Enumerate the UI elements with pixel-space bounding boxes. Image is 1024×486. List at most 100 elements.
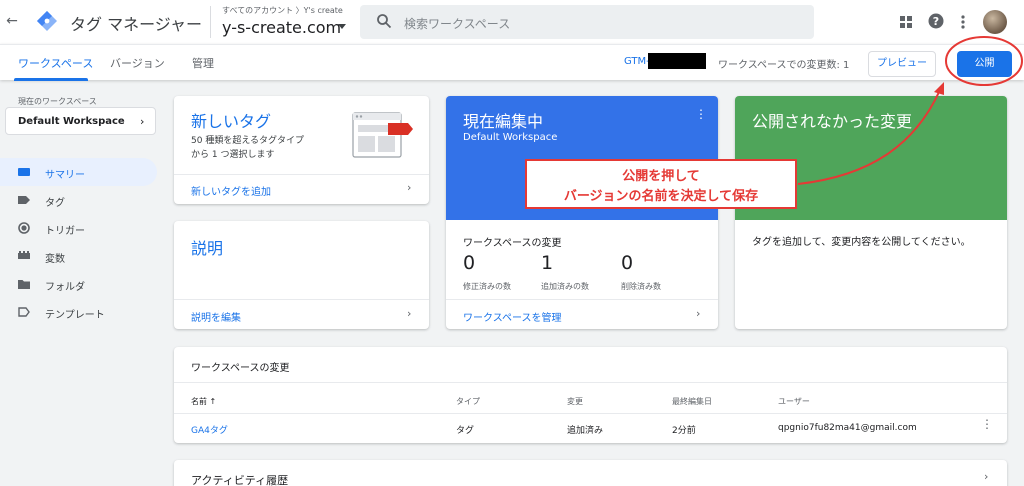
row-user: qpgnio7fu82ma41@gmail.com — [778, 423, 917, 433]
avatar[interactable] — [983, 10, 1007, 34]
current-workspace-name: Default Workspace — [463, 132, 558, 143]
sidebar-item-label: フォルダ — [45, 282, 85, 293]
sidebar-item-triggers[interactable]: トリガー — [0, 214, 157, 242]
sidebar-item-label: トリガー — [45, 226, 85, 237]
more-vert-icon[interactable]: ⋮ — [695, 108, 707, 120]
column-header-change: 変更 — [567, 397, 583, 406]
column-header-user: ユーザー — [778, 397, 810, 406]
apps-grid-icon[interactable] — [899, 15, 913, 29]
divider — [174, 299, 429, 300]
app-name: タグ マネージャー — [70, 15, 202, 34]
divider — [174, 174, 429, 175]
chevron-right-icon[interactable]: › — [984, 470, 988, 483]
new-tag-title[interactable]: 新しいタグ — [191, 108, 271, 132]
unpublished-changes-card: 公開されなかった変更 タグを追加して、変更内容を公開してください。 — [735, 96, 1007, 329]
currently-editing-title: 現在編集中 — [463, 112, 544, 131]
preview-button[interactable]: プレビュー — [868, 51, 936, 77]
deleted-count: 0 — [621, 252, 634, 274]
added-label: 追加済みの数 — [541, 282, 589, 291]
workspace-selector[interactable]: Default Workspace › — [5, 107, 156, 135]
new-tag-description: 50 種類を超えるタグタイプ — [191, 136, 305, 146]
new-tag-card: 新しいタグ 50 種類を超えるタグタイプ から 1 つ選択します 新しいタグを追… — [174, 96, 429, 204]
tag-manager-logo-icon — [37, 11, 57, 31]
workspace-changes-count: ワークスペースでの変更数: 1 — [718, 60, 850, 71]
divider — [174, 382, 1007, 383]
chevron-right-icon[interactable]: › — [407, 181, 411, 194]
row-name-link[interactable]: GA4タグ — [191, 423, 228, 436]
tab-workspace[interactable]: ワークスペース — [18, 55, 93, 71]
activity-history-card[interactable]: アクティビティ履歴 › — [174, 460, 1007, 486]
row-type: タグ — [456, 426, 475, 436]
table-title: ワークスペースの変更 — [191, 363, 290, 374]
active-tab-indicator — [14, 78, 88, 81]
annotation-arrowhead — [934, 82, 944, 95]
annotation-callout: 公開を押して バージョンの名前を決定して保存 — [525, 159, 797, 209]
modified-count: 0 — [463, 252, 476, 274]
divider — [446, 299, 718, 300]
chevron-right-icon[interactable]: › — [407, 307, 411, 320]
search-icon — [377, 14, 392, 29]
sidebar-item-folders[interactable]: フォルダ — [0, 270, 157, 298]
variable-icon — [18, 251, 30, 259]
tab-admin[interactable]: 管理 — [192, 55, 214, 71]
sidebar-item-summary[interactable]: サマリー — [0, 158, 157, 186]
template-icon — [18, 307, 30, 317]
added-count: 1 — [541, 252, 554, 274]
edit-description-link[interactable]: 説明を編集 — [191, 309, 241, 324]
caret-down-icon[interactable] — [338, 24, 346, 29]
folder-icon — [18, 280, 30, 289]
activity-history-title: アクティビティ履歴 — [191, 474, 289, 486]
annotation-text: 公開を押して — [622, 169, 700, 184]
sidebar-item-label: サマリー — [45, 170, 85, 181]
workspace-changes-table: ワークスペースの変更 名前 ↑ タイプ 変更 最終編集日 ユーザー GA4タグ … — [174, 347, 1007, 443]
description-title[interactable]: 説明 — [191, 235, 223, 259]
top-app-bar: ← タグ マネージャー すべてのアカウント 〉Y's create y-s-cr… — [0, 0, 1024, 44]
workspace-changes-heading: ワークスペースの変更 — [463, 238, 562, 249]
sidebar-item-label: テンプレート — [45, 310, 105, 321]
tag-icon — [18, 196, 30, 204]
publish-button[interactable]: 公開 — [957, 51, 1012, 77]
sidebar-item-templates[interactable]: テンプレート — [0, 298, 157, 326]
modified-label: 修正済みの数 — [463, 282, 511, 291]
sub-navigation: ワークスペース バージョン 管理 GTM- ワークスペースでの変更数: 1 プレ… — [0, 44, 1024, 81]
row-change: 追加済み — [567, 426, 604, 436]
chevron-right-icon: › — [140, 115, 145, 128]
sidebar-item-tags[interactable]: タグ — [0, 186, 157, 214]
divider — [174, 413, 1007, 414]
account-breadcrumb[interactable]: すべてのアカウント 〉Y's create — [222, 5, 343, 16]
header-divider — [210, 6, 211, 38]
trigger-icon — [18, 222, 30, 234]
back-arrow-icon[interactable]: ← — [4, 12, 20, 30]
description-card: 説明 説明を編集 › — [174, 221, 429, 329]
sidebar-item-variables[interactable]: 変数 — [0, 242, 157, 270]
workspace-name: Default Workspace — [18, 116, 125, 127]
search-input[interactable]: 検索ワークスペース — [404, 15, 510, 32]
help-icon[interactable]: ? — [928, 13, 944, 29]
unpublished-changes-title: 公開されなかった変更 — [752, 112, 913, 131]
unpublished-changes-text: タグを追加して、変更内容を公開してください。 — [752, 237, 971, 248]
new-tag-illustration-icon — [352, 112, 413, 158]
chevron-right-icon[interactable]: › — [696, 307, 700, 320]
currently-editing-card: 現在編集中 Default Workspace ⋮ ワークスペースの変更 0 修… — [446, 96, 718, 329]
svg-text:?: ? — [933, 15, 939, 28]
column-header-name[interactable]: 名前 ↑ — [191, 396, 216, 407]
row-edited: 2分前 — [672, 426, 696, 436]
manage-workspaces-link[interactable]: ワークスペースを管理 — [463, 309, 562, 324]
add-new-tag-link[interactable]: 新しいタグを追加 — [191, 183, 271, 198]
more-vert-icon[interactable] — [958, 14, 968, 30]
more-vert-icon[interactable]: ⋮ — [981, 418, 993, 430]
tab-versions[interactable]: バージョン — [110, 55, 165, 71]
container-id: GTM- — [624, 56, 650, 67]
sidebar-item-label: 変数 — [45, 254, 65, 265]
sidebar-item-label: タグ — [45, 198, 65, 209]
annotation-text: バージョンの名前を決定して保存 — [563, 189, 759, 204]
column-header-edited: 最終編集日 — [672, 397, 712, 406]
container-selector[interactable]: y-s-create.com — [222, 18, 341, 37]
deleted-label: 削除済み数 — [621, 282, 661, 291]
redaction-box — [648, 53, 706, 69]
search-bar[interactable]: 検索ワークスペース — [360, 5, 814, 39]
new-tag-description: から 1 つ選択します — [191, 150, 275, 160]
current-workspace-label: 現在のワークスペース — [18, 97, 97, 106]
column-header-type: タイプ — [456, 397, 480, 406]
summary-icon — [18, 168, 30, 176]
